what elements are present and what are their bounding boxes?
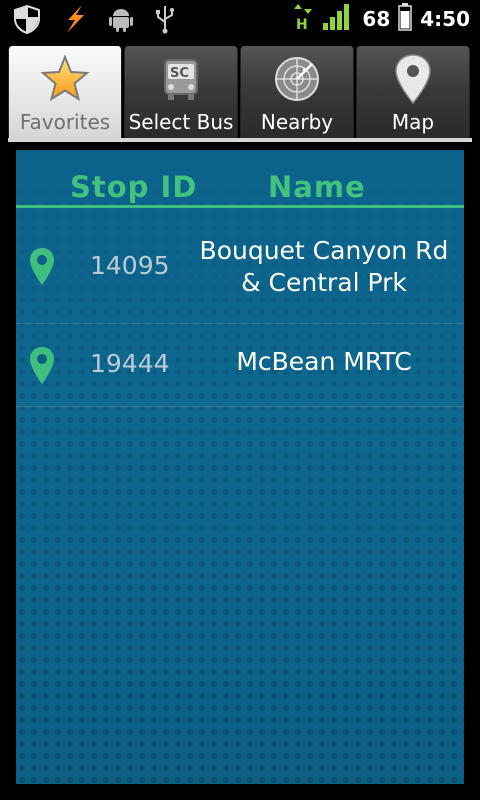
- favorite-row[interactable]: 19444 McBean MRTC: [16, 324, 464, 407]
- header-name: Name: [268, 170, 366, 204]
- stop-name-line: McBean MRTC: [236, 347, 412, 376]
- clock: 4:50: [420, 7, 470, 31]
- status-bar: H 68 4:50: [0, 0, 480, 38]
- header-stop-id: Stop ID: [70, 170, 198, 204]
- tab-map[interactable]: Map: [356, 46, 470, 138]
- lightning-icon: [62, 4, 88, 38]
- battery-level: 68: [362, 7, 391, 31]
- tab-bar: Favorites SC Select Bus Nearby Map: [0, 38, 480, 142]
- favorites-panel: Stop ID Name 14095 Bouquet Canyon Rd & C…: [16, 150, 464, 784]
- column-headers: Stop ID Name: [16, 150, 464, 208]
- location-pin-icon: [28, 247, 56, 287]
- favorite-row[interactable]: 14095 Bouquet Canyon Rd & Central Prk: [16, 211, 464, 324]
- battery-icon: [398, 3, 412, 35]
- signal-icon: [322, 3, 354, 35]
- data-arrows-icon: H: [292, 2, 314, 36]
- stop-id: 14095: [90, 251, 170, 280]
- location-pin-icon: [28, 346, 56, 386]
- bus-icon: SC: [154, 52, 208, 106]
- tab-select-bus[interactable]: SC Select Bus: [124, 46, 238, 138]
- tab-label: Select Bus: [128, 110, 234, 134]
- star-icon: [38, 52, 92, 106]
- radar-icon: [270, 52, 324, 106]
- android-icon: [108, 5, 134, 37]
- tab-label: Nearby: [260, 110, 334, 134]
- stop-name: McBean MRTC: [176, 346, 472, 378]
- svg-text:H: H: [296, 17, 308, 32]
- stop-name-line: Bouquet Canyon Rd: [199, 236, 449, 265]
- tab-label: Map: [391, 110, 435, 134]
- stop-name-line: & Central Prk: [241, 268, 407, 297]
- tab-favorites[interactable]: Favorites: [8, 46, 122, 138]
- stop-name: Bouquet Canyon Rd & Central Prk: [176, 235, 472, 299]
- tab-underline: [8, 138, 472, 142]
- map-pin-icon: [386, 52, 440, 106]
- usb-icon: [154, 4, 176, 38]
- tab-nearby[interactable]: Nearby: [240, 46, 354, 138]
- svg-text:SC: SC: [170, 66, 189, 81]
- stop-id: 19444: [90, 349, 170, 378]
- shield-icon: [12, 4, 42, 38]
- tab-label: Favorites: [19, 110, 111, 134]
